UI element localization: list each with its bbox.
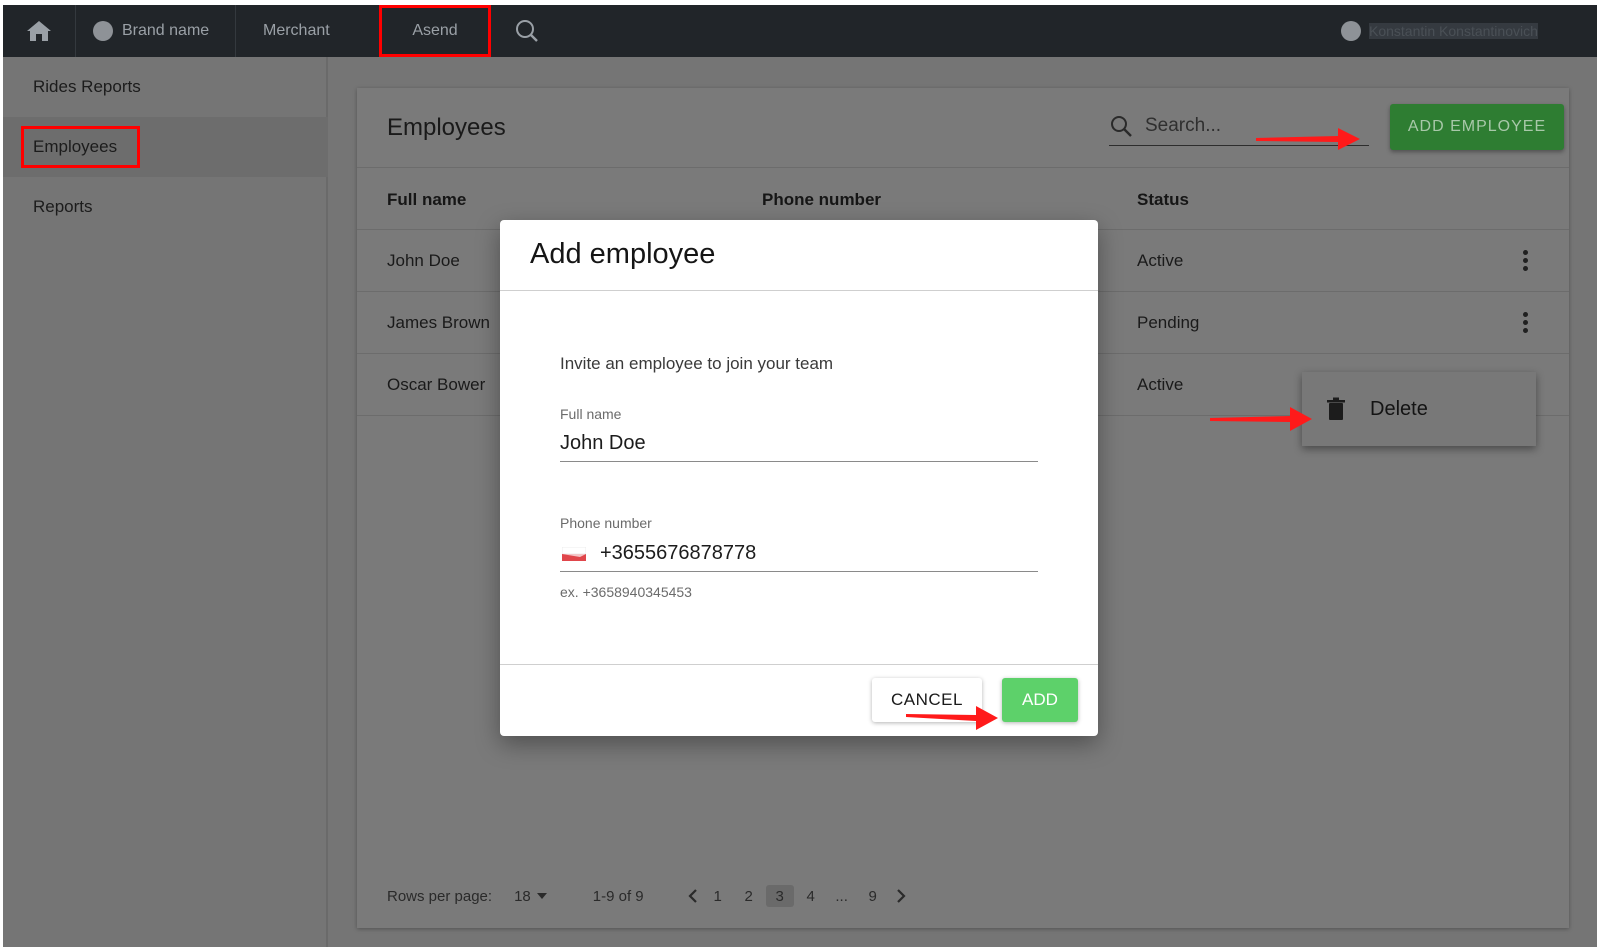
phone-number-label: Phone number: [560, 515, 652, 531]
search-icon: [516, 20, 538, 42]
chevron-right-icon: [896, 889, 906, 903]
nav-divider: [75, 5, 76, 57]
sidebar-item-rides-reports[interactable]: Rides Reports: [3, 57, 328, 117]
employee-status: Active: [1137, 251, 1184, 270]
rows-per-page-label: Rows per page:: [387, 887, 493, 905]
asend-label: Asend: [412, 22, 458, 39]
brand-nav-item[interactable]: Brand name: [93, 5, 209, 57]
page-ellipsis: ...: [835, 887, 848, 905]
annotation-arrow-icon: [1256, 128, 1360, 150]
add-employee-dialog: Add employee Invite an employee to join …: [500, 220, 1098, 736]
sidebar: Rides Reports Employees Reports: [3, 57, 328, 947]
dialog-description: Invite an employee to join your team: [560, 354, 834, 373]
home-button[interactable]: [3, 5, 75, 57]
brand-label: Brand name: [122, 22, 210, 39]
page-button-9[interactable]: 9: [859, 885, 887, 907]
sidebar-item-label: Rides Reports: [33, 77, 141, 96]
trash-icon: [1327, 397, 1345, 420]
full-name-label: Full name: [560, 406, 622, 422]
employee-status: Pending: [1137, 313, 1200, 332]
sidebar-item-reports[interactable]: Reports: [3, 177, 328, 237]
search-icon: [1111, 115, 1132, 137]
user-avatar-icon: [1341, 21, 1361, 41]
page-title: Employees: [387, 114, 506, 141]
pagination: Rows per page: 18 1-9 of 9 1 2 3 4 ... 9: [387, 884, 912, 908]
app-window: Brand name Merchant Asend Konstantin Kon…: [0, 0, 1600, 947]
more-vert-icon[interactable]: [1523, 250, 1529, 272]
column-header-status[interactable]: Status: [1137, 190, 1189, 210]
rows-per-page-value: 18: [514, 887, 531, 905]
annotation-arrow-icon: [1210, 407, 1312, 431]
dialog-title: Add employee: [530, 238, 716, 270]
sidebar-item-label: Reports: [33, 197, 93, 216]
home-icon: [27, 21, 51, 41]
page-button-1[interactable]: 1: [704, 885, 732, 907]
full-name-input[interactable]: [560, 432, 980, 455]
sidebar-item-label: Employees: [21, 126, 141, 168]
full-name-field: [560, 426, 1038, 462]
sidebar-item-employees[interactable]: Employees: [3, 117, 328, 177]
brand-logo-icon: [93, 21, 113, 41]
add-button[interactable]: ADD: [1002, 678, 1078, 722]
global-search-button[interactable]: [511, 5, 543, 57]
employee-name: Oscar Bower: [387, 375, 486, 394]
card-header: Employees ADD EMPLOYEE: [357, 88, 1569, 168]
user-name: Konstantin Konstantinovich: [1369, 23, 1538, 39]
page-range: 1-9 of 9: [592, 887, 644, 905]
asend-nav-item[interactable]: Asend: [379, 5, 491, 57]
page-button-4[interactable]: 4: [797, 885, 825, 907]
nav-divider: [235, 5, 236, 57]
page-button-2[interactable]: 2: [735, 885, 763, 907]
chevron-left-icon: [688, 889, 697, 903]
prev-page-button[interactable]: [682, 885, 704, 907]
delete-label: Delete: [1370, 397, 1428, 420]
more-vert-icon[interactable]: [1523, 312, 1529, 334]
employee-name: John Doe: [387, 251, 460, 270]
dialog-divider: [500, 290, 1098, 291]
country-flag-icon[interactable]: [561, 546, 587, 561]
add-employee-button[interactable]: ADD EMPLOYEE: [1390, 104, 1564, 150]
column-header-phone[interactable]: Phone number: [762, 190, 881, 210]
rows-per-page-select[interactable]: 18: [514, 888, 553, 905]
page-button-3[interactable]: 3: [765, 885, 794, 907]
phone-number-hint: ex. +3658940345453: [560, 584, 692, 600]
top-navbar: Brand name Merchant Asend Konstantin Kon…: [3, 5, 1597, 57]
employee-status: Active: [1137, 375, 1184, 394]
next-page-button[interactable]: [890, 885, 912, 907]
user-menu[interactable]: Konstantin Konstantinovich: [1341, 5, 1593, 57]
merchant-label: Merchant: [263, 22, 330, 39]
employee-name: James Brown: [387, 313, 490, 332]
delete-menu-item[interactable]: Delete: [1302, 372, 1536, 446]
annotation-arrow-icon: [906, 706, 998, 730]
phone-number-input[interactable]: [600, 542, 1020, 565]
dialog-divider: [500, 664, 1098, 665]
caret-down-icon: [536, 893, 547, 899]
phone-number-field: [560, 536, 1038, 572]
merchant-nav-item[interactable]: Merchant: [263, 5, 330, 57]
column-header-full-name[interactable]: Full name: [387, 190, 466, 210]
